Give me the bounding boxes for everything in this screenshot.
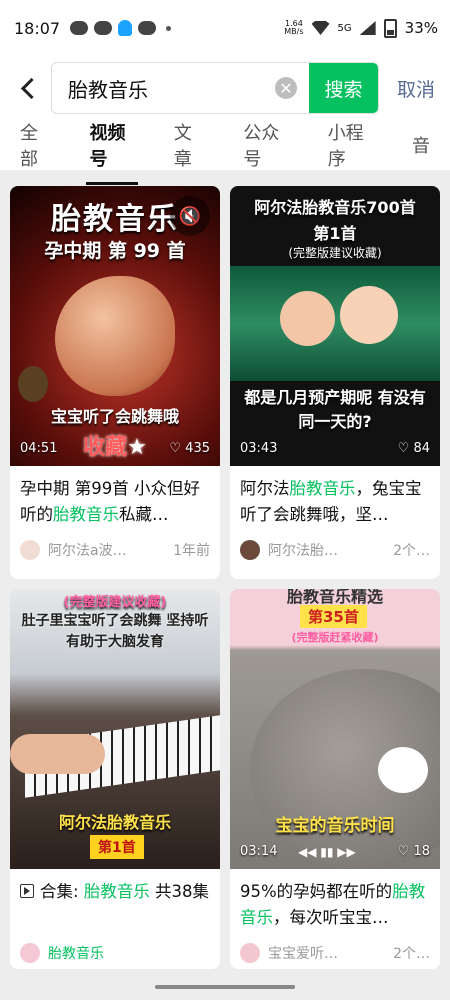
battery-percent: 33% bbox=[404, 19, 438, 37]
more-dot-icon bbox=[166, 25, 172, 31]
card-title[interactable]: 合集: 胎教音乐 共38集 bbox=[10, 869, 220, 931]
sim-label: 5G bbox=[337, 22, 352, 34]
character-face bbox=[280, 291, 335, 346]
star-icon: ★ bbox=[127, 435, 147, 460]
title-highlight: 胎教音乐 bbox=[83, 882, 150, 901]
video-card[interactable]: 阿尔法胎教音乐700首 第1首 (完整版建议收藏) 都是几月预产期呢 有没有同一… bbox=[230, 186, 440, 579]
search-bar: 胎教音乐 ✕ 搜索 取消 bbox=[0, 56, 450, 120]
title-highlight: 胎教音乐 bbox=[53, 505, 119, 524]
thumb-title: 肚子里宝宝听了会跳舞 坚持听有助于大脑发育 bbox=[21, 613, 209, 650]
wechat-icon bbox=[138, 21, 157, 35]
thumb-bottom-text: 都是几月预产期呢 有没有同一天的? bbox=[244, 388, 426, 431]
wechat-icon bbox=[94, 21, 113, 35]
search-button[interactable]: 搜索 bbox=[309, 63, 378, 113]
tab-music[interactable]: 音 bbox=[412, 132, 430, 158]
notification-icons bbox=[70, 20, 172, 36]
wifi-icon bbox=[311, 21, 330, 35]
guitar-bug-image bbox=[18, 366, 48, 402]
avatar[interactable] bbox=[240, 540, 260, 560]
tab-mini-programs[interactable]: 小程序 bbox=[328, 119, 372, 171]
thumb-badge: 第1首 bbox=[90, 835, 144, 859]
title-text: ，每次听宝宝… bbox=[273, 908, 389, 927]
card-title[interactable]: 阿尔法胎教音乐，兔宝宝听了会跳舞哦，坚… bbox=[230, 466, 440, 528]
title-text: 95%的孕妈都在听的 bbox=[240, 882, 393, 901]
title-text: 私藏… bbox=[119, 505, 169, 524]
card-meta: 胎教音乐 bbox=[10, 931, 220, 963]
post-age: 2个… bbox=[393, 543, 430, 559]
thumb-bottom-text: 阿尔法胎教音乐 bbox=[58, 813, 171, 832]
like-count: ♡ 84 bbox=[397, 441, 430, 456]
tab-channels[interactable]: 视频号 bbox=[85, 119, 139, 185]
results-grid: 胎教音乐 孕中期 第 99 首 宝宝听了会跳舞哦 收藏★ 🔇 04:51 ♡ 4… bbox=[10, 186, 440, 969]
tab-articles[interactable]: 文章 bbox=[174, 119, 204, 171]
avatar[interactable] bbox=[240, 943, 260, 963]
search-input[interactable]: 胎教音乐 bbox=[52, 74, 275, 103]
like-count: ♡ 435 bbox=[169, 441, 210, 456]
video-thumbnail[interactable]: (完整版建议收藏) 肚子里宝宝听了会跳舞 坚持听有助于大脑发育 阿尔法胎教音乐 … bbox=[10, 589, 220, 869]
mute-icon[interactable]: 🔇 bbox=[170, 196, 210, 236]
card-meta: 阿尔法胎… 2个… bbox=[230, 528, 440, 560]
video-thumbnail[interactable]: 胎教音乐精选 第35首 (完整版赶紧收藏) 宝宝的音乐时间 03:14 ◀◀ ▮… bbox=[230, 589, 440, 869]
author-name[interactable]: 胎教音乐 bbox=[48, 943, 210, 963]
character-face bbox=[340, 286, 398, 344]
title-text: 合集: bbox=[40, 882, 84, 901]
home-indicator[interactable] bbox=[155, 985, 295, 989]
author-name[interactable]: 阿尔法a波… bbox=[48, 540, 167, 560]
fetus-image bbox=[55, 276, 175, 396]
title-highlight: 胎教音乐 bbox=[289, 479, 356, 498]
thumb-bottom-text: 宝宝听了会跳舞哦 bbox=[50, 407, 179, 426]
signal-icon bbox=[359, 21, 376, 35]
cancel-button[interactable]: 取消 bbox=[397, 75, 435, 102]
thumb-subtitle: 第1首 bbox=[313, 224, 357, 243]
anime-image bbox=[230, 266, 440, 381]
video-duration: 03:14 bbox=[240, 844, 278, 859]
title-text: 共38集 bbox=[149, 882, 210, 901]
card-title[interactable]: 孕中期 第99首 小众但好听的胎教音乐私藏… bbox=[10, 466, 220, 528]
battery-icon bbox=[383, 18, 397, 38]
status-bar: 18:07 1.64 MB/s 5G 33% bbox=[0, 0, 450, 56]
collection-icon bbox=[20, 884, 34, 898]
like-count: ♡ 18 bbox=[397, 844, 430, 859]
video-card[interactable]: 胎教音乐 孕中期 第 99 首 宝宝听了会跳舞哦 收藏★ 🔇 04:51 ♡ 4… bbox=[10, 186, 220, 579]
thumb-top: (完整版建议收藏) bbox=[63, 595, 167, 610]
card-meta: 阿尔法a波… 1年前 bbox=[10, 528, 220, 560]
thumb-note: (完整版赶紧收藏) bbox=[291, 631, 379, 644]
post-age: 2个… bbox=[393, 946, 430, 962]
author-name[interactable]: 宝宝爱听… bbox=[268, 943, 387, 963]
player-controls-icon: ◀◀ ▮▮ ▶▶ bbox=[298, 845, 356, 859]
avatar[interactable] bbox=[20, 943, 40, 963]
card-meta: 宝宝爱听… 2个… bbox=[230, 931, 440, 963]
post-age: 1年前 bbox=[173, 543, 210, 559]
thumb-title: 阿尔法胎教音乐700首 bbox=[254, 198, 416, 217]
net-speed-unit: MB/s bbox=[284, 27, 304, 36]
qq-icon bbox=[118, 20, 133, 36]
collection-card[interactable]: (完整版建议收藏) 肚子里宝宝听了会跳舞 坚持听有助于大脑发育 阿尔法胎教音乐 … bbox=[10, 589, 220, 969]
thumb-bottom-text: 宝宝的音乐时间 bbox=[275, 816, 395, 836]
author-name[interactable]: 阿尔法胎… bbox=[268, 540, 387, 560]
thumb-note: (完整版建议收藏) bbox=[288, 246, 382, 260]
hands-image bbox=[10, 734, 105, 774]
thumb-subtitle: 孕中期 第 99 首 bbox=[44, 240, 186, 262]
category-tabs: 全部 视频号 文章 公众号 小程序 音 bbox=[0, 119, 450, 185]
clear-icon[interactable]: ✕ bbox=[275, 77, 297, 99]
tab-all[interactable]: 全部 bbox=[20, 119, 50, 171]
status-time: 18:07 bbox=[14, 18, 61, 38]
search-box: 胎教音乐 ✕ 搜索 bbox=[51, 62, 379, 114]
thumb-badge-text: 收藏 bbox=[83, 435, 128, 460]
thumb-title: 第35首 bbox=[300, 605, 367, 628]
title-text: 阿尔法 bbox=[240, 479, 290, 498]
wechat-icon bbox=[70, 21, 89, 35]
video-card[interactable]: 胎教音乐精选 第35首 (完整版赶紧收藏) 宝宝的音乐时间 03:14 ◀◀ ▮… bbox=[230, 589, 440, 969]
net-speed: 1.64 MB/s bbox=[284, 20, 303, 36]
video-duration: 04:51 bbox=[20, 441, 58, 456]
video-thumbnail[interactable]: 阿尔法胎教音乐700首 第1首 (完整版建议收藏) 都是几月预产期呢 有没有同一… bbox=[230, 186, 440, 466]
back-arrow-icon[interactable] bbox=[20, 77, 43, 99]
tab-official-accounts[interactable]: 公众号 bbox=[243, 119, 287, 171]
video-thumbnail[interactable]: 胎教音乐 孕中期 第 99 首 宝宝听了会跳舞哦 收藏★ 🔇 04:51 ♡ 4… bbox=[10, 186, 220, 466]
avatar[interactable] bbox=[20, 540, 40, 560]
bunny-sticker-icon bbox=[378, 747, 428, 793]
video-duration: 03:43 bbox=[240, 441, 278, 456]
card-title[interactable]: 95%的孕妈都在听的胎教音乐，每次听宝宝… bbox=[230, 869, 440, 931]
